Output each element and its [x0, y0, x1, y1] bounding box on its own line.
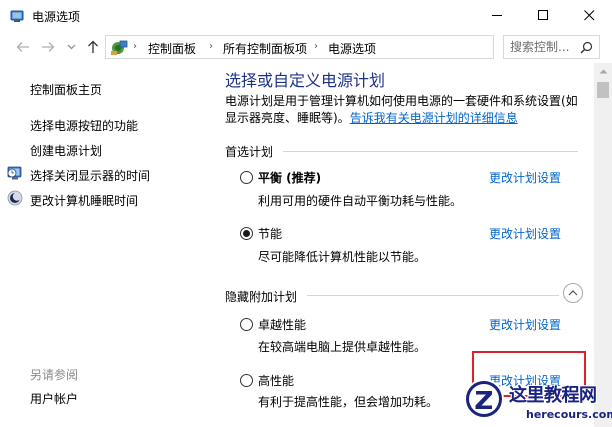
- page-description: 电源计划是用于管理计算机如何使用电源的一套硬件和系统设置(如显示器亮度、睡眠等)…: [225, 93, 585, 127]
- breadcrumb-power-options[interactable]: 电源选项: [328, 40, 376, 57]
- plan-desc-high-performance: 有利于提高性能，但会增加功耗。: [258, 395, 439, 409]
- search-box[interactable]: [503, 35, 600, 59]
- breadcrumb-separator-icon: ›: [314, 41, 318, 52]
- chevron-down-icon: [67, 44, 75, 50]
- breadcrumb-separator-icon: ›: [209, 41, 213, 52]
- arrow-left-icon: [16, 42, 29, 52]
- plan-desc-power-saver: 尽可能降低计算机性能以节能。: [258, 250, 427, 264]
- monitor-clock-icon: [7, 166, 22, 180]
- scroll-thumb[interactable]: [597, 82, 609, 98]
- main-content: 选择或自定义电源计划 电源计划是用于管理计算机如何使用电源的一套硬件和系统设置(…: [218, 63, 594, 427]
- minimize-button[interactable]: [474, 0, 520, 31]
- close-button[interactable]: [566, 0, 612, 31]
- breadcrumb-separator-icon: ›: [133, 41, 137, 52]
- plan-radio-balanced[interactable]: [240, 171, 253, 184]
- plan-name-power-saver[interactable]: 节能: [258, 225, 282, 242]
- search-icon: [580, 41, 593, 54]
- up-button[interactable]: [84, 38, 102, 56]
- maximize-button[interactable]: [520, 0, 566, 31]
- create-power-plan-link[interactable]: 创建电源计划: [30, 142, 102, 159]
- control-panel-icon: [111, 40, 128, 55]
- plan-name-high-performance[interactable]: 高性能: [258, 372, 294, 389]
- minimize-icon: [491, 15, 502, 16]
- plan-radio-ultimate[interactable]: [240, 318, 253, 331]
- chevron-up-icon: [568, 290, 578, 296]
- collapse-hidden-plans-button[interactable]: [563, 283, 583, 303]
- control-panel-home-link[interactable]: 控制面板主页: [30, 81, 102, 98]
- back-button[interactable]: [14, 38, 32, 56]
- change-plan-settings-ultimate[interactable]: 更改计划设置: [489, 316, 561, 333]
- plan-desc-ultimate: 在较高端电脑上提供卓越性能。: [258, 340, 427, 354]
- hidden-plans-heading: 隐藏附加计划: [225, 290, 298, 304]
- window-title: 电源选项: [32, 10, 81, 24]
- choose-power-button-link[interactable]: 选择电源按钮的功能: [30, 117, 138, 134]
- change-sleep-time-link[interactable]: 更改计算机睡眠时间: [30, 192, 138, 209]
- plan-desc-balanced: 利用可用的硬件自动平衡功耗与性能。: [258, 194, 463, 208]
- preferred-plans-heading: 首选计划: [225, 145, 274, 159]
- search-input[interactable]: [510, 40, 578, 54]
- change-plan-settings-power-saver[interactable]: 更改计划设置: [489, 225, 561, 242]
- close-icon: [583, 10, 594, 21]
- power-options-icon: [10, 10, 24, 22]
- z-logo-icon: [464, 379, 504, 419]
- choose-display-off-time-link[interactable]: 选择关闭显示器的时间: [30, 167, 150, 184]
- vertical-scrollbar[interactable]: [594, 63, 612, 427]
- forward-button[interactable]: [39, 38, 57, 56]
- section-divider: [283, 151, 578, 152]
- change-plan-settings-balanced[interactable]: 更改计划设置: [489, 169, 561, 186]
- breadcrumb-control-panel[interactable]: 控制面板: [148, 40, 196, 57]
- plan-radio-high-performance[interactable]: [240, 374, 253, 387]
- power-plan-info-link[interactable]: 告诉我有关电源计划的详细信息: [350, 111, 518, 125]
- site-watermark: 这里教程网 herecours.com: [463, 378, 612, 427]
- sleep-moon-icon: [7, 190, 23, 206]
- address-bar[interactable]: › 控制面板 › 所有控制面板项 › 电源选项 ∨: [105, 35, 592, 59]
- task-pane: 控制面板主页 选择电源按钮的功能 创建电源计划 选择关闭显示器的时间 更改计算机…: [0, 63, 218, 427]
- arrow-right-icon: [42, 42, 55, 52]
- watermark-url: herecours.com: [526, 408, 612, 421]
- maximize-icon: [537, 10, 548, 20]
- plan-name-balanced[interactable]: 平衡 (推荐): [258, 169, 321, 186]
- section-divider: [307, 295, 559, 296]
- scroll-up-button[interactable]: [594, 63, 612, 80]
- title-bar: 电源选项: [0, 0, 612, 31]
- breadcrumb-all-items[interactable]: 所有控制面板项: [223, 40, 307, 57]
- navigation-bar: › 控制面板 › 所有控制面板项 › 电源选项 ∨: [0, 31, 612, 63]
- user-accounts-link[interactable]: 用户帐户: [30, 390, 78, 407]
- scroll-up-arrow-icon: [599, 69, 607, 74]
- page-title: 选择或自定义电源计划: [225, 71, 386, 90]
- see-also-heading: 另请参阅: [30, 368, 79, 382]
- plan-name-ultimate[interactable]: 卓越性能: [258, 316, 306, 333]
- watermark-title: 这里教程网: [509, 385, 597, 406]
- recent-locations-button[interactable]: [62, 38, 80, 56]
- arrow-up-icon: [88, 40, 98, 53]
- plan-radio-power-saver[interactable]: [240, 227, 253, 240]
